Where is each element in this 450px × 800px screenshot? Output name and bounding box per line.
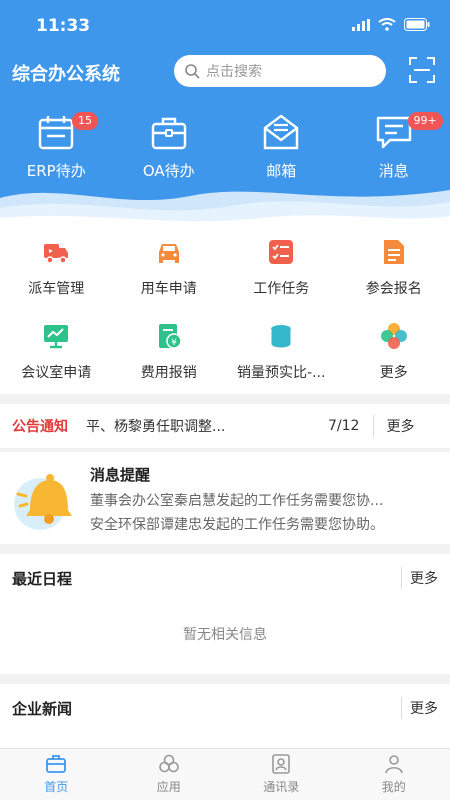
status-time: 11:33 [36,16,91,36]
tab-apps[interactable]: 应用 [113,749,226,800]
quick-messages[interactable]: 99+ 消息 [338,112,450,181]
truck-icon [44,244,69,264]
quick-label: 邮箱 [266,162,297,180]
quick-label: ERP待办 [26,162,86,180]
header-wave [0,190,450,230]
grid-label: 派车管理 [28,281,85,297]
grid-more[interactable]: 更多 [338,310,450,394]
notice-count: 7/12 [328,418,360,434]
tab-bar: 首页 应用 通讯录 我的 [0,748,450,800]
tab-label: 首页 [44,780,69,794]
grid-sales-forecast[interactable]: 销量预实比-... [225,310,338,394]
message-badge: 99+ [407,112,443,130]
divider [401,567,402,589]
tab-label: 我的 [381,780,406,794]
scan-icon[interactable] [408,56,436,84]
calendar-icon [39,116,74,150]
briefcase-icon [151,117,186,150]
presentation-icon [44,325,69,349]
status-bar: 11:33 [0,0,450,50]
status-icons [352,18,430,31]
contacts-icon [272,754,291,774]
grid-label: 会议室申请 [21,365,92,381]
title-row: 综合办公系统 点击搜索 [0,50,450,94]
grid-label: 工作任务 [253,281,310,297]
schedule-title: 最近日程 [12,570,73,588]
search-placeholder: 点击搜索 [206,64,262,80]
quick-oa-todo[interactable]: OA待办 [113,112,226,181]
wifi-icon [378,18,396,31]
battery-icon [404,18,430,31]
message-title: 消息提醒 [90,466,151,484]
search-input[interactable]: 点击搜索 [174,55,386,87]
grid-car-request[interactable]: 用车申请 [113,226,226,310]
profile-icon [384,755,403,774]
signal-icon [352,18,370,31]
schedule-section: 最近日程 更多 暂无相关信息 [0,554,450,674]
grid-expense-reimbursement[interactable]: ¥ 费用报销 [113,310,226,394]
grid-meeting-room[interactable]: 会议室申请 [0,310,113,394]
divider [401,697,402,719]
coins-icon [270,325,292,349]
grid-meeting-signup[interactable]: 参会报名 [338,226,450,310]
grid-label: 费用报销 [140,365,197,381]
schedule-more-link[interactable]: 更多 [410,568,438,588]
divider [373,415,375,437]
search-icon [185,64,200,79]
grid-work-task[interactable]: 工作任务 [225,226,338,310]
tab-label: 应用 [156,780,181,794]
tab-label: 通讯录 [263,780,300,794]
message-line: 安全环保部谭建忠发起的工作任务需要您协助。 [90,517,384,533]
task-list-icon [269,240,294,264]
grid-label: 更多 [379,365,408,381]
notice-bar[interactable]: 公告通知 平、杨黎勇任职调整... 7/12 更多 [0,404,450,448]
tab-contacts[interactable]: 通讯录 [225,749,338,800]
svg-text:¥: ¥ [171,338,177,348]
quick-actions: 15 ERP待办 OA待办 邮箱 99+ 消息 [0,112,450,181]
news-section: 企业新闻 更多 [0,684,450,748]
grid-dispatch-vehicle[interactable]: 派车管理 [0,226,113,310]
app-title: 综合办公系统 [12,64,120,85]
more-apps-icon [380,323,407,349]
quick-mailbox[interactable]: 邮箱 [225,112,338,181]
message-line: 董事会办公室秦启慧发起的工作任务需要您协... [90,493,384,509]
tab-profile[interactable]: 我的 [338,749,450,800]
grid-label: 用车申请 [140,281,197,297]
mail-icon [264,114,299,150]
apps-icon [158,754,179,773]
document-icon [383,240,404,264]
erp-badge: 15 [72,112,98,130]
notice-text[interactable]: 平、杨黎勇任职调整... [86,416,286,436]
app-grid: 派车管理 用车申请 工作任务 参会报名 会议室申请 ¥ 费用报销 销量预实比-.… [0,226,450,394]
tab-home[interactable]: 首页 [0,749,113,800]
home-briefcase-icon [46,755,67,773]
header: 11:33 综合办公系统 点击搜索 15 ERP待办 OA待办 邮箱 99+ 消… [0,0,450,230]
notice-tag: 公告通知 [12,419,68,435]
news-more-link[interactable]: 更多 [410,698,438,718]
grid-label: 销量预实比-... [237,365,326,381]
quick-erp-todo[interactable]: 15 ERP待办 [0,112,113,181]
bell-icon [14,474,72,530]
message-reminder[interactable]: 消息提醒 董事会办公室秦启慧发起的工作任务需要您协... 安全环保部谭建忠发起的… [0,452,450,544]
quick-label: OA待办 [142,162,195,180]
news-title: 企业新闻 [12,700,73,718]
schedule-empty-text: 暂无相关信息 [183,627,267,643]
quick-label: 消息 [378,162,409,180]
grid-label: 参会报名 [365,281,422,297]
car-icon [158,244,179,263]
notice-more-link[interactable]: 更多 [386,416,414,436]
reimbursement-icon: ¥ [158,324,182,349]
